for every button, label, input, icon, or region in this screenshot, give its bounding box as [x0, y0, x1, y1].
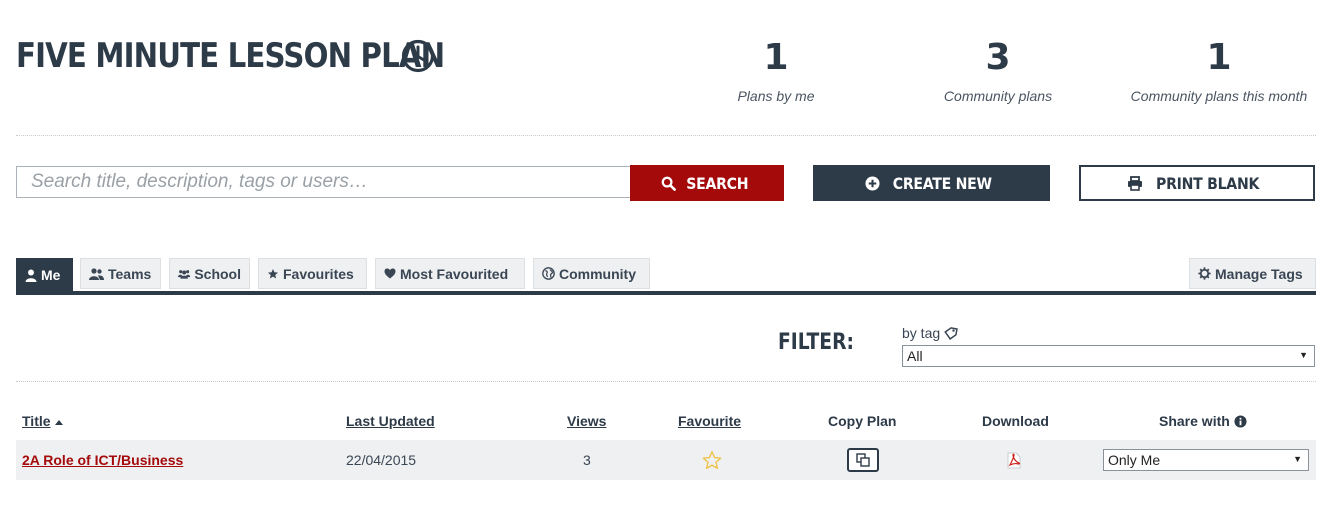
- stat-value: 1: [1206, 37, 1232, 78]
- tab-me[interactable]: Me: [16, 258, 73, 292]
- clock-icon: [401, 39, 435, 73]
- column-header-copy-plan: Copy Plan: [828, 413, 897, 429]
- tab-label: Me: [41, 267, 61, 283]
- users-icon: [89, 267, 104, 280]
- search-button-label: SEARCH: [686, 173, 749, 193]
- views-cell: 3: [583, 452, 591, 468]
- tab-label: School: [194, 265, 241, 282]
- page-title: FIVE MINUTE LESSON PLAN: [16, 36, 445, 76]
- tag-filter-value: All: [907, 348, 923, 364]
- tab-label: Teams: [108, 265, 152, 282]
- stat-community-month: 1 Community plans this month: [1119, 37, 1319, 105]
- chevron-down-icon: ▼: [1299, 350, 1308, 360]
- tabs-underline: [16, 291, 1316, 295]
- share-with-value: Only Me: [1108, 452, 1161, 468]
- copy-plan-button[interactable]: [847, 448, 879, 472]
- print-blank-button[interactable]: PRINT BLANK: [1079, 165, 1315, 201]
- manage-tags-button[interactable]: Manage Tags: [1189, 258, 1316, 289]
- column-header-title[interactable]: Title: [22, 413, 63, 429]
- by-tag-text: by tag: [902, 325, 941, 341]
- tab-favourites[interactable]: Favourites: [258, 258, 367, 289]
- tab-school[interactable]: School: [169, 258, 250, 289]
- share-with-label: Share with: [1159, 413, 1230, 429]
- share-with-select[interactable]: Only Me ▼: [1103, 449, 1309, 471]
- print-blank-label: PRINT BLANK: [1156, 173, 1260, 193]
- stat-label: Plans by me: [737, 88, 815, 104]
- column-header-favourite[interactable]: Favourite: [678, 413, 741, 429]
- divider: [16, 381, 1316, 382]
- tab-teams[interactable]: Teams: [80, 258, 161, 289]
- stat-label: Community plans this month: [1130, 88, 1308, 104]
- column-header-share-with: Share with: [1159, 413, 1247, 429]
- column-header-last-updated[interactable]: Last Updated: [346, 413, 435, 429]
- group-icon: [178, 269, 191, 279]
- column-title-label: Title: [22, 413, 51, 429]
- manage-tags-label: Manage Tags: [1215, 265, 1303, 282]
- stat-value: 1: [763, 37, 789, 78]
- user-icon: [25, 269, 37, 282]
- copy-icon: [856, 453, 870, 467]
- gear-icon: [1198, 267, 1211, 280]
- tag-icon: [944, 326, 958, 340]
- column-header-download: Download: [982, 413, 1049, 429]
- globe-icon: [542, 267, 555, 280]
- column-header-views[interactable]: Views: [567, 413, 606, 429]
- info-icon[interactable]: [1234, 415, 1247, 428]
- sort-asc-icon: [54, 419, 63, 425]
- search-button[interactable]: SEARCH: [630, 165, 784, 201]
- plus-circle-icon: [865, 175, 880, 191]
- star-icon: [268, 268, 278, 278]
- divider: [16, 135, 1316, 136]
- page-header: FIVE MINUTE LESSON PLAN: [16, 36, 514, 76]
- plan-title-link[interactable]: 2A Role of ICT/Business: [22, 452, 183, 468]
- tab-label: Community: [559, 265, 636, 282]
- stat-community-plans: 3 Community plans: [928, 37, 1068, 105]
- stat-value: 3: [985, 37, 1011, 78]
- tag-filter-select[interactable]: All ▼: [902, 345, 1315, 367]
- favourite-star-icon[interactable]: [701, 450, 723, 471]
- filter-label: FILTER:: [778, 330, 854, 355]
- tab-label: Favourites: [283, 265, 354, 282]
- tab-community[interactable]: Community: [533, 258, 650, 289]
- by-tag-label: by tag: [902, 325, 958, 341]
- last-updated-cell: 22/04/2015: [346, 452, 417, 468]
- search-input[interactable]: [16, 166, 630, 198]
- stat-label: Community plans: [943, 88, 1053, 104]
- stat-plans-by-me: 1 Plans by me: [726, 37, 826, 105]
- tab-most-favourited[interactable]: Most Favourited: [375, 258, 525, 289]
- search-icon: [661, 176, 677, 191]
- printer-icon: [1128, 175, 1143, 191]
- create-new-button[interactable]: CREATE NEW: [813, 165, 1050, 201]
- pdf-download-icon[interactable]: [1006, 452, 1022, 469]
- chevron-down-icon: ▼: [1293, 454, 1302, 464]
- heart-icon: [384, 268, 396, 279]
- tab-label: Most Favourited: [400, 265, 509, 282]
- create-new-label: CREATE NEW: [892, 173, 992, 193]
